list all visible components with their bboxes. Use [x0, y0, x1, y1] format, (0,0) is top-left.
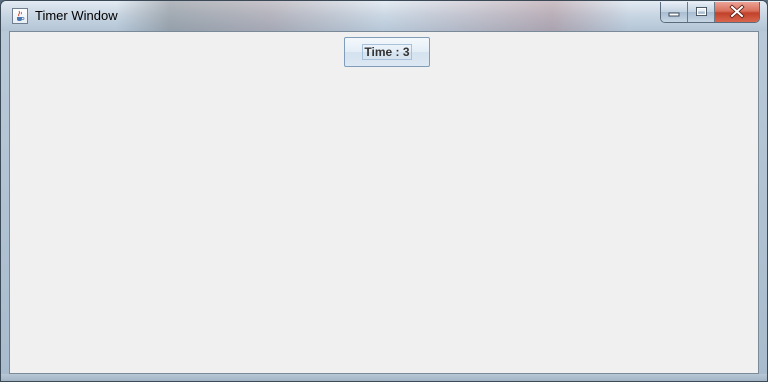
- timer-button[interactable]: Time : 3: [344, 37, 430, 67]
- java-cup-icon[interactable]: [12, 8, 28, 24]
- caption-buttons: [660, 2, 760, 23]
- window-bottom-border: [1, 374, 767, 381]
- timer-window: Timer Window Time: 3: [0, 0, 768, 382]
- minimize-icon: [668, 12, 680, 17]
- minimize-button[interactable]: [661, 2, 688, 22]
- maximize-button[interactable]: [688, 2, 715, 22]
- window-title: Timer Window: [35, 8, 118, 23]
- maximize-icon: [696, 7, 707, 16]
- title-bar[interactable]: Timer Window: [1, 1, 767, 31]
- content-pane: Time : 3: [9, 31, 759, 374]
- close-icon: [729, 4, 745, 19]
- timer-button-label: Time : 3: [362, 44, 412, 60]
- close-button[interactable]: [715, 2, 759, 22]
